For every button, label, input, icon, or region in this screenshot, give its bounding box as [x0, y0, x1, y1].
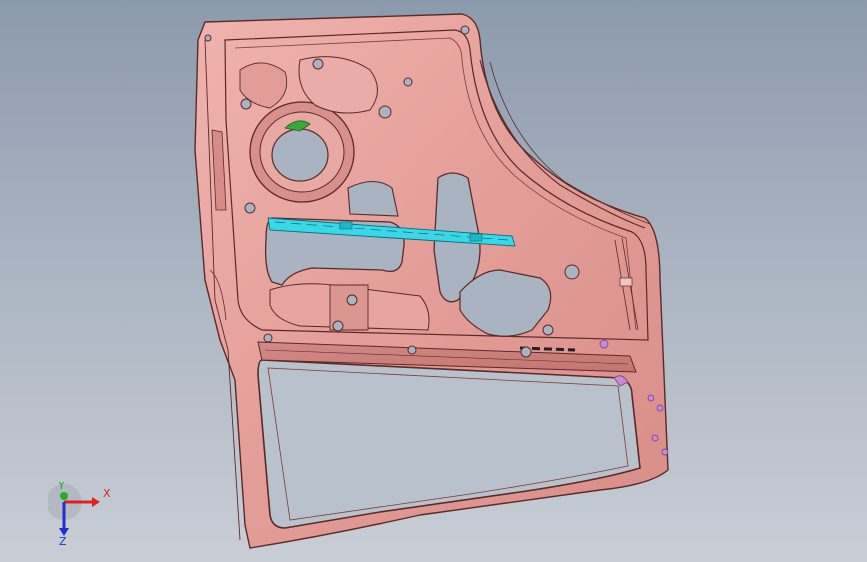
- x-axis-head: [92, 497, 100, 507]
- z-axis-label: Z: [59, 535, 67, 546]
- y-axis-label: Y: [57, 482, 65, 492]
- window-opening: [257, 359, 641, 529]
- y-axis-dot: [60, 492, 68, 500]
- coordinate-triad: X Y Z: [48, 482, 111, 546]
- door-panel-model[interactable]: [0, 0, 867, 562]
- x-axis-label: X: [103, 487, 111, 500]
- cutout-upper-mid: [347, 180, 399, 217]
- graphics-viewport[interactable]: X Y Z: [0, 0, 867, 562]
- speaker-mount: [249, 101, 355, 203]
